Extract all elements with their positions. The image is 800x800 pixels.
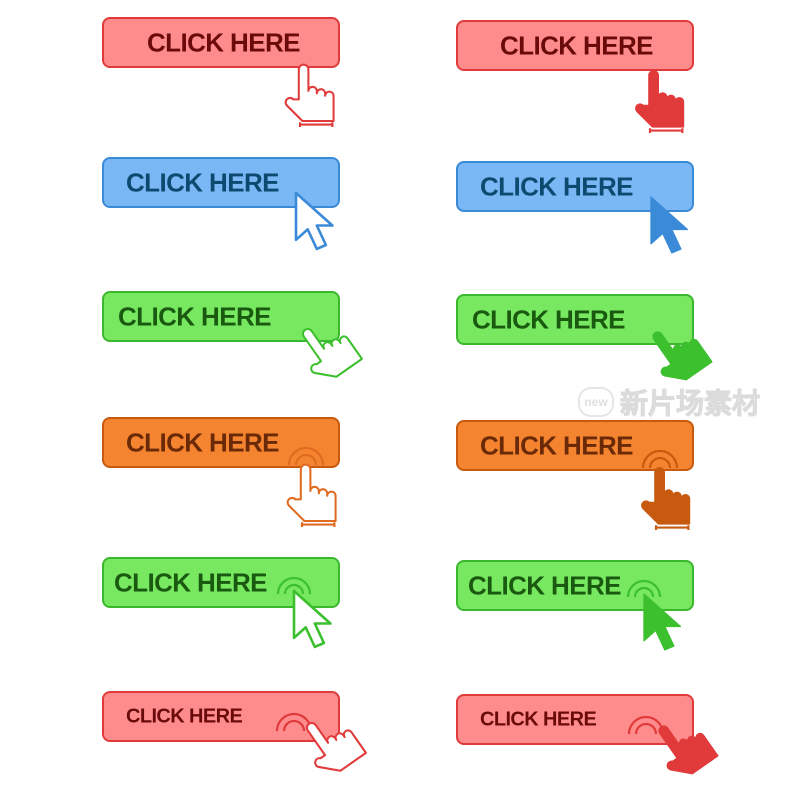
cuff-line: [654, 525, 690, 531]
watermark-text: 新片场素材: [619, 388, 761, 420]
click-here-button-8[interactable]: CLICK HERE: [456, 420, 694, 531]
click-here-button-12[interactable]: CLICK HERE: [456, 694, 719, 775]
button-label: CLICK HERE: [126, 705, 243, 727]
ripple-arc: [641, 449, 679, 469]
ripple-arc: [287, 446, 325, 466]
click-here-button-5[interactable]: CLICK HERE: [102, 291, 363, 378]
ripple-arc: [627, 715, 665, 735]
button-label: CLICK HERE: [114, 567, 268, 597]
button-label: CLICK HERE: [472, 304, 626, 334]
click-here-button-4[interactable]: CLICK HERE: [456, 161, 694, 254]
button-label: CLICK HERE: [468, 570, 622, 600]
cuff-line: [648, 128, 684, 134]
button-label: CLICK HERE: [147, 27, 301, 57]
ripple-tapping-hand-outline-icon: [275, 712, 367, 772]
button-label: CLICK HERE: [480, 171, 634, 201]
arrow-shape: [292, 589, 332, 649]
ripple-arrow-outline-icon: [276, 576, 332, 649]
arrow-filled-icon: [650, 196, 689, 254]
hand-shape: [641, 467, 691, 525]
arrow-shape: [643, 593, 682, 651]
watermark-logo: new: [578, 387, 614, 417]
ripple-arrow-filled-icon: [626, 579, 682, 651]
hand-shape: [635, 70, 685, 128]
ripple-hand-outline-icon: [286, 446, 337, 528]
button-label: CLICK HERE: [480, 430, 634, 460]
click-here-button-3[interactable]: CLICK HERE: [102, 157, 340, 251]
button-label: CLICK HERE: [126, 427, 280, 457]
arrow-shape: [650, 196, 689, 254]
button-label: CLICK HERE: [126, 167, 280, 197]
cuff-line: [298, 122, 334, 128]
ripple-arc: [648, 456, 672, 469]
button-label: CLICK HERE: [118, 301, 272, 331]
ripple-arc: [294, 453, 318, 466]
ripple-tapping-hand-filled-icon: [627, 715, 719, 775]
arrow-shape: [294, 191, 334, 251]
ripple-hand-filled-icon: [641, 449, 691, 531]
ripple-arc: [275, 712, 313, 732]
hand-shape: [286, 463, 337, 523]
hand-filled-icon: [635, 70, 685, 134]
hand-shape: [301, 328, 363, 378]
click-here-button-11[interactable]: CLICK HERE: [102, 691, 367, 772]
button-label: CLICK HERE: [500, 30, 654, 60]
arrow-outline-icon: [294, 191, 334, 251]
hand-outline-icon: [284, 63, 335, 128]
click-here-button-2[interactable]: CLICK HERE: [456, 20, 694, 134]
watermark: new 新片场素材: [578, 382, 761, 422]
hand-shape: [652, 331, 713, 381]
tapping-hand-outline-icon: [301, 328, 363, 378]
cuff-line: [300, 522, 336, 528]
ripple-arc: [282, 719, 306, 732]
button-label: CLICK HERE: [480, 708, 597, 730]
hand-shape: [284, 63, 335, 123]
click-here-button-6[interactable]: CLICK HERE: [456, 294, 713, 381]
click-here-button-1[interactable]: CLICK HERE: [102, 17, 340, 128]
click-here-button-9[interactable]: CLICK HERE: [102, 557, 340, 649]
click-here-button-7[interactable]: CLICK HERE: [102, 417, 340, 528]
click-here-button-10[interactable]: CLICK HERE: [456, 560, 694, 651]
ripple-arc: [634, 722, 658, 735]
